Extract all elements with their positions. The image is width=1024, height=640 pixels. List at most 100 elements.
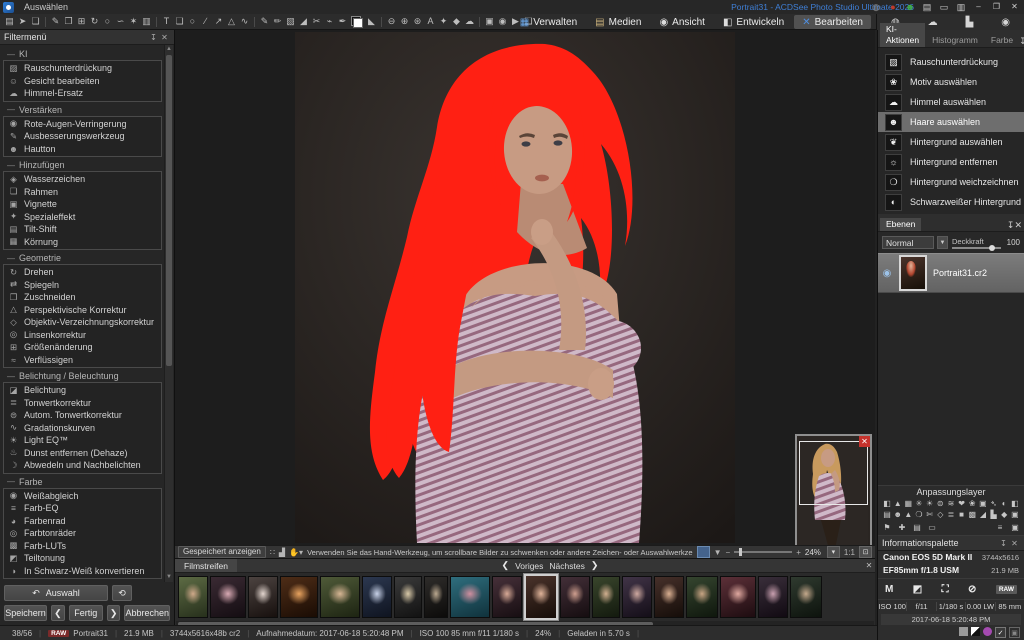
adjustment-layer-icon[interactable]: ◧ — [882, 498, 892, 509]
navigator-view-rect[interactable] — [799, 441, 868, 505]
filter-item-hue-wheels[interactable]: ◎Farbtonräder — [4, 527, 161, 540]
expand-icon[interactable]: ∷ — [270, 548, 275, 557]
adjustment-layer-icon[interactable]: ◇ — [935, 509, 945, 520]
histogram-toggle-icon[interactable]: ▟ — [279, 548, 285, 557]
view-single-icon[interactable]: ▣ — [483, 14, 496, 29]
ki-action-blur-background[interactable]: ❍Hintergrund weichzeichnen — [878, 172, 1024, 192]
filter-item-color-luts[interactable]: ▩Farb-LUTs — [4, 540, 161, 553]
group-layers-icon[interactable]: ▤ — [912, 522, 922, 533]
monitor-center-icon[interactable]: ▭ — [938, 0, 950, 14]
menu-icon[interactable]: ≡ — [995, 522, 1005, 533]
adjustment-layer-icon[interactable]: ◢ — [978, 509, 988, 520]
document-tool[interactable]: ▤ — [3, 14, 16, 29]
lasso-tool[interactable]: ∽ — [114, 14, 127, 29]
monitor-left-icon[interactable]: ▤ — [921, 0, 933, 14]
filter-item-red-eye[interactable]: ◉Rote-Augen-Verringerung — [4, 118, 161, 131]
crop-tool[interactable]: ❐ — [62, 14, 75, 29]
shading-tool[interactable]: ◢ — [297, 14, 310, 29]
pin-icon[interactable]: ↧ — [1019, 36, 1024, 47]
fill-tool[interactable]: ◣ — [365, 14, 378, 29]
next-link[interactable]: Nächstes — [549, 561, 584, 571]
adjustment-layer-icon[interactable]: ◆ — [999, 509, 1009, 520]
scroll-down-icon[interactable]: ▼ — [165, 573, 173, 582]
scrollbar[interactable]: ▲ ▼ — [164, 45, 173, 582]
show-saved-button[interactable]: Gespeichert anzeigen — [178, 546, 266, 558]
zoom-in-icon[interactable]: + — [796, 548, 801, 557]
opacity-slider-knob[interactable] — [989, 245, 995, 251]
adjustment-layer-icon[interactable]: ▲ — [893, 498, 903, 509]
user-online-icon[interactable]: ☻ — [904, 0, 916, 14]
adjustment-layer-icon[interactable]: ➴ — [989, 498, 999, 509]
delete-layer-icon[interactable]: ▭ — [927, 522, 937, 533]
filmstrip-thumbnail[interactable] — [492, 576, 522, 618]
filter-item-lens-distortion-correction[interactable]: ◇Objektiv-Verzeichnungskorrektur — [4, 316, 161, 329]
pin-icon[interactable]: ↧ — [148, 33, 159, 42]
filter-item-dehaze[interactable]: ♨Dunst entfernen (Dehaze) — [4, 447, 161, 460]
section-title-farbe[interactable]: —Farbe — [7, 477, 162, 487]
zoom-out-tool[interactable]: ⊖ — [385, 14, 398, 29]
previous-button[interactable]: ❮ — [51, 605, 65, 621]
filter-item-convert-bw[interactable]: ◑In Schwarz-Weiß konvertieren — [4, 565, 161, 578]
gradient-tool[interactable]: ▧ — [284, 14, 297, 29]
navigator-button[interactable]: ⊡ — [859, 546, 872, 558]
restore-button[interactable]: ❐ — [990, 0, 1003, 14]
filmstrip-thumbnail[interactable] — [424, 576, 448, 618]
background-color-swatch[interactable] — [353, 18, 363, 28]
adjustment-layer-icon[interactable]: ❍ — [914, 509, 924, 520]
purple-dot-icon[interactable] — [983, 627, 992, 636]
filmstrip-thumbnail[interactable] — [790, 576, 822, 618]
filmstrip-thumbnail[interactable] — [622, 576, 652, 618]
next-chevron-icon[interactable]: ❯ — [591, 560, 599, 571]
adjustment-layer-icon[interactable]: ≣ — [946, 509, 956, 520]
filmstrip-thumbnail[interactable] — [394, 576, 422, 618]
monitor-right-icon[interactable]: ▥ — [955, 0, 967, 14]
filmstrip-thumbnail[interactable] — [248, 576, 278, 618]
layer-options-icon[interactable]: ▣ — [1010, 522, 1020, 533]
filter-item-vignette[interactable]: ▣Vignette — [4, 198, 161, 211]
line-tool[interactable]: ∕ — [199, 14, 212, 29]
color-swatches[interactable] — [351, 16, 363, 28]
filter-item-skin-tone[interactable]: ☻Hautton — [4, 143, 161, 156]
filter-item-tone-curves[interactable]: ∿Gradationskurven — [4, 422, 161, 435]
filter-item-flip[interactable]: ⇄Spiegeln — [4, 279, 161, 292]
previous-chevron-icon[interactable]: ❮ — [502, 560, 510, 571]
cancel-button[interactable]: Abbrechen — [124, 605, 170, 621]
opacity-slider[interactable] — [952, 247, 1001, 249]
filter-item-dodge-burn[interactable]: ☽Abwedeln und Nachbelichten — [4, 459, 161, 472]
adjustment-layer-icon[interactable]: ◧ — [1010, 498, 1020, 509]
magic-wand-tool[interactable]: ✶ — [127, 14, 140, 29]
brush-tool[interactable]: ✎ — [258, 14, 271, 29]
collapse-icon[interactable]: — — [7, 105, 15, 114]
histogram-icon[interactable]: ▙ — [966, 17, 974, 28]
image-canvas[interactable]: ✕ — [175, 30, 875, 545]
save-button[interactable]: Speichern — [4, 605, 47, 621]
eyedropper-tool[interactable]: ✒ — [336, 14, 349, 29]
filmstrip-close-icon[interactable]: ✕ — [863, 561, 875, 570]
smudge-tool[interactable]: ⌁ — [323, 14, 336, 29]
layer-row[interactable]: ◉ Portrait31.cr2 — [878, 253, 1024, 293]
adjustment-layer-icon[interactable]: ☻ — [893, 509, 903, 520]
filmstrip-thumbnail[interactable] — [280, 576, 318, 618]
filter-item-liquify[interactable]: ≈Verflüssigen — [4, 354, 161, 367]
ki-action-select-subject[interactable]: ❀Motiv auswählen — [878, 72, 1024, 92]
collapse-icon[interactable]: — — [7, 254, 15, 263]
polygon-tool[interactable]: △ — [225, 14, 238, 29]
adjustment-layer-icon[interactable]: ■ — [957, 509, 967, 520]
done-button[interactable]: Fertig — [69, 605, 103, 621]
edit-tool[interactable]: ✎ — [49, 14, 62, 29]
mode-tab-verwalten[interactable]: ▦Verwalten — [512, 15, 585, 29]
filter-item-levels[interactable]: ≣Tonwertkorrektur — [4, 397, 161, 410]
filter-item-noise-reduction[interactable]: ▨Rauschunterdrückung — [4, 62, 161, 75]
cloud-tool[interactable]: ☁ — [463, 14, 476, 29]
filmstrip-thumbnail[interactable] — [450, 576, 490, 618]
tab-farbe[interactable]: Farbe — [985, 34, 1019, 47]
filter-item-auto-levels[interactable]: ⊜Autom. Tonwertkorrektur — [4, 409, 161, 422]
adjustment-layer-icon[interactable]: ▣ — [1010, 509, 1020, 520]
adjustment-layer-icon[interactable]: ✄ — [925, 509, 935, 520]
blend-mode-select[interactable]: Normal — [882, 236, 934, 249]
filmstrip-thumbnail[interactable] — [560, 576, 590, 618]
adjustment-layer-icon[interactable]: ▣ — [978, 498, 988, 509]
app-icon[interactable] — [3, 2, 14, 13]
cloud-365-icon[interactable]: ☁ — [928, 17, 938, 28]
filter-item-perspective-correction[interactable]: △Perspektivische Korrektur — [4, 304, 161, 317]
